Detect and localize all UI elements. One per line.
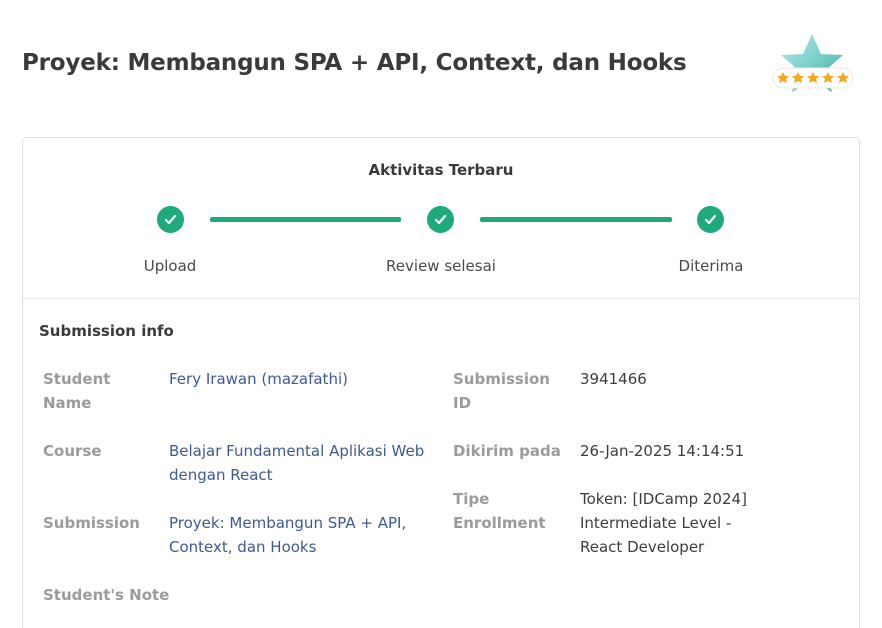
- student-name-link[interactable]: Fery Irawan (mazafathi): [169, 367, 348, 391]
- activity-title: Aktivitas Terbaru: [368, 161, 514, 179]
- step-upload-check-icon: [157, 206, 184, 233]
- student-name-label: Student Name: [43, 370, 111, 412]
- sent-at-label: Dikirim pada: [453, 442, 561, 460]
- course-label: Course: [43, 442, 102, 460]
- enrollment-type-value: Token: [IDCamp 2024] Intermediate Level …: [580, 490, 747, 556]
- step-connector: [480, 217, 672, 222]
- step-connector: [210, 217, 401, 222]
- step-label-accepted: Diterima: [678, 257, 744, 275]
- step-label-review: Review selesai: [386, 257, 496, 275]
- submission-info-title: Submission info: [39, 322, 174, 340]
- sent-at-value: 26-Jan-2025 14:14:51: [580, 442, 745, 460]
- page-title: Proyek: Membangun SPA + API, Context, da…: [22, 50, 687, 76]
- step-accepted-check-icon: [697, 206, 724, 233]
- course-link[interactable]: Belajar Fundamental Aplikasi Web dengan …: [169, 439, 424, 487]
- step-label-upload: Upload: [143, 257, 197, 275]
- student-note-label: Student's Note: [43, 586, 170, 604]
- rating-star-badge-icon: [770, 32, 856, 98]
- enrollment-type-label: Tipe Enrollment: [453, 490, 546, 532]
- step-review-check-icon: [427, 206, 454, 233]
- submission-id-label: Submission ID: [453, 370, 550, 412]
- submission-label: Submission: [43, 514, 140, 532]
- activity-section: Aktivitas Terbaru Upload Review selesai …: [23, 138, 859, 299]
- submission-link[interactable]: Proyek: Membangun SPA + API, Context, da…: [169, 511, 406, 559]
- submission-card: Aktivitas Terbaru Upload Review selesai …: [22, 137, 860, 628]
- submission-id-value: 3941466: [580, 370, 647, 388]
